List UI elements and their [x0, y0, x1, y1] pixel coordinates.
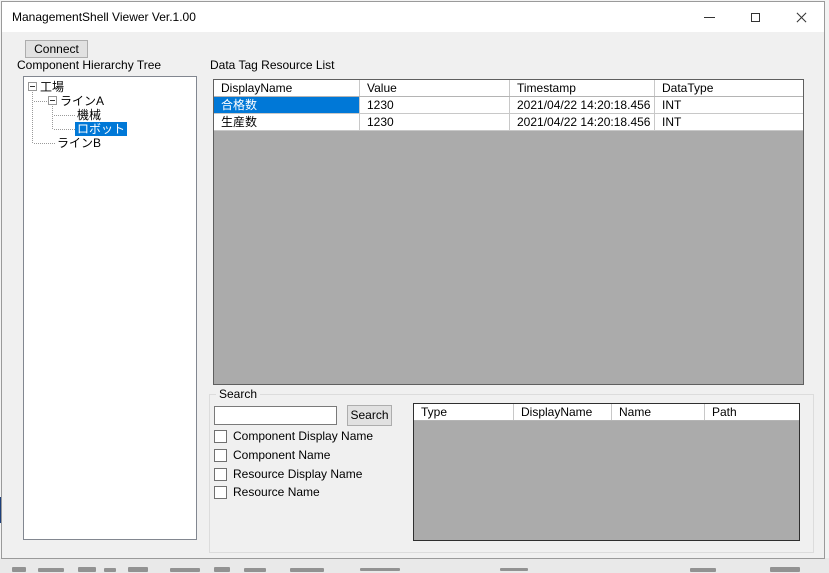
expander-icon[interactable]: [28, 82, 37, 91]
resource-grid: DisplayName Value Timestamp DataType 合格数…: [213, 79, 804, 385]
checkbox-label: Component Name: [233, 449, 330, 462]
resource-list-section-label: Data Tag Resource List: [210, 58, 335, 72]
cell-value[interactable]: 1230: [360, 114, 510, 130]
checkbox-component-name[interactable]: Component Name: [214, 448, 330, 462]
checkbox-icon[interactable]: [214, 430, 227, 443]
tree-node-machine[interactable]: 機械: [75, 108, 103, 122]
tree-section-label: Component Hierarchy Tree: [17, 58, 161, 72]
desktop-strip: [0, 558, 829, 573]
results-grid-header: Type DisplayName Name Path: [414, 404, 799, 421]
column-header-datatype[interactable]: DataType: [655, 80, 803, 96]
column-header-value[interactable]: Value: [360, 80, 510, 96]
resource-grid-header: DisplayName Value Timestamp DataType: [214, 80, 803, 97]
desktop-smudge: [38, 568, 64, 572]
table-row[interactable]: 合格数 1230 2021/04/22 14:20:18.456 INT: [214, 97, 803, 114]
connect-button[interactable]: Connect: [25, 40, 88, 58]
tree-connector: [32, 92, 33, 143]
column-header-name[interactable]: Name: [612, 404, 705, 420]
column-header-path[interactable]: Path: [705, 404, 799, 420]
cell-timestamp[interactable]: 2021/04/22 14:20:18.456: [510, 114, 655, 130]
cell-timestamp[interactable]: 2021/04/22 14:20:18.456: [510, 97, 655, 113]
search-results-grid: Type DisplayName Name Path: [413, 403, 800, 541]
resource-grid-empty-area: [214, 131, 803, 384]
tree-connector: [54, 115, 75, 116]
desktop-smudge: [104, 568, 116, 572]
window-title: ManagementShell Viewer Ver.1.00: [12, 2, 196, 32]
checkbox-component-display-name[interactable]: Component Display Name: [214, 429, 373, 443]
desktop-smudge: [500, 568, 528, 571]
tree-node-robot[interactable]: ロボット: [75, 122, 127, 136]
table-row[interactable]: 生産数 1230 2021/04/22 14:20:18.456 INT: [214, 114, 803, 131]
desktop-smudge: [360, 568, 400, 571]
checkbox-resource-name[interactable]: Resource Name: [214, 485, 320, 499]
search-input[interactable]: [214, 406, 337, 425]
checkbox-icon[interactable]: [214, 449, 227, 462]
titlebar: ManagementShell Viewer Ver.1.00: [2, 2, 824, 32]
cell-displayname[interactable]: 生産数: [214, 114, 360, 130]
close-icon: [796, 12, 807, 23]
client-area: Connect Component Hierarchy Tree Data Ta…: [3, 32, 823, 557]
column-header-type[interactable]: Type: [414, 404, 514, 420]
desktop-smudge: [244, 568, 266, 572]
cell-value[interactable]: 1230: [360, 97, 510, 113]
maximize-button[interactable]: [732, 2, 778, 32]
tree-connector: [54, 129, 75, 130]
cell-datatype[interactable]: INT: [655, 114, 803, 130]
tree-node-factory[interactable]: 工場: [38, 80, 66, 94]
desktop-smudge: [12, 567, 26, 572]
desktop-smudge: [78, 567, 96, 572]
checkbox-label: Component Display Name: [233, 430, 373, 443]
checkbox-label: Resource Name: [233, 486, 320, 499]
results-grid-empty-area: [414, 421, 799, 540]
desktop-smudge: [214, 567, 230, 572]
cell-datatype[interactable]: INT: [655, 97, 803, 113]
desktop-smudge: [290, 568, 324, 572]
checkbox-icon[interactable]: [214, 486, 227, 499]
app-window: ManagementShell Viewer Ver.1.00 Connect …: [1, 1, 825, 559]
column-header-displayname[interactable]: DisplayName: [214, 80, 360, 96]
column-header-displayname[interactable]: DisplayName: [514, 404, 612, 420]
desktop-smudge: [770, 567, 800, 572]
checkbox-resource-display-name[interactable]: Resource Display Name: [214, 467, 362, 481]
maximize-icon: [751, 13, 760, 22]
search-group-title: Search: [216, 387, 260, 401]
desktop-smudge: [690, 568, 716, 572]
expander-icon[interactable]: [48, 96, 57, 105]
window-controls: [686, 2, 824, 32]
tree-connector: [52, 106, 53, 129]
column-header-timestamp[interactable]: Timestamp: [510, 80, 655, 96]
tree-connector: [34, 101, 47, 102]
component-tree: 工場 ラインA 機械 ロボット ラインB: [23, 76, 197, 540]
desktop-smudge: [170, 568, 200, 572]
close-button[interactable]: [778, 2, 824, 32]
tree-node-line-a[interactable]: ラインA: [58, 94, 106, 108]
minimize-button[interactable]: [686, 2, 732, 32]
cell-displayname[interactable]: 合格数: [214, 97, 360, 113]
minimize-icon: [704, 17, 715, 18]
checkbox-label: Resource Display Name: [233, 468, 362, 481]
tree-node-line-b[interactable]: ラインB: [55, 136, 103, 150]
tree-connector: [34, 143, 55, 144]
search-button[interactable]: Search: [347, 405, 392, 426]
desktop-smudge: [128, 567, 148, 572]
checkbox-icon[interactable]: [214, 468, 227, 481]
